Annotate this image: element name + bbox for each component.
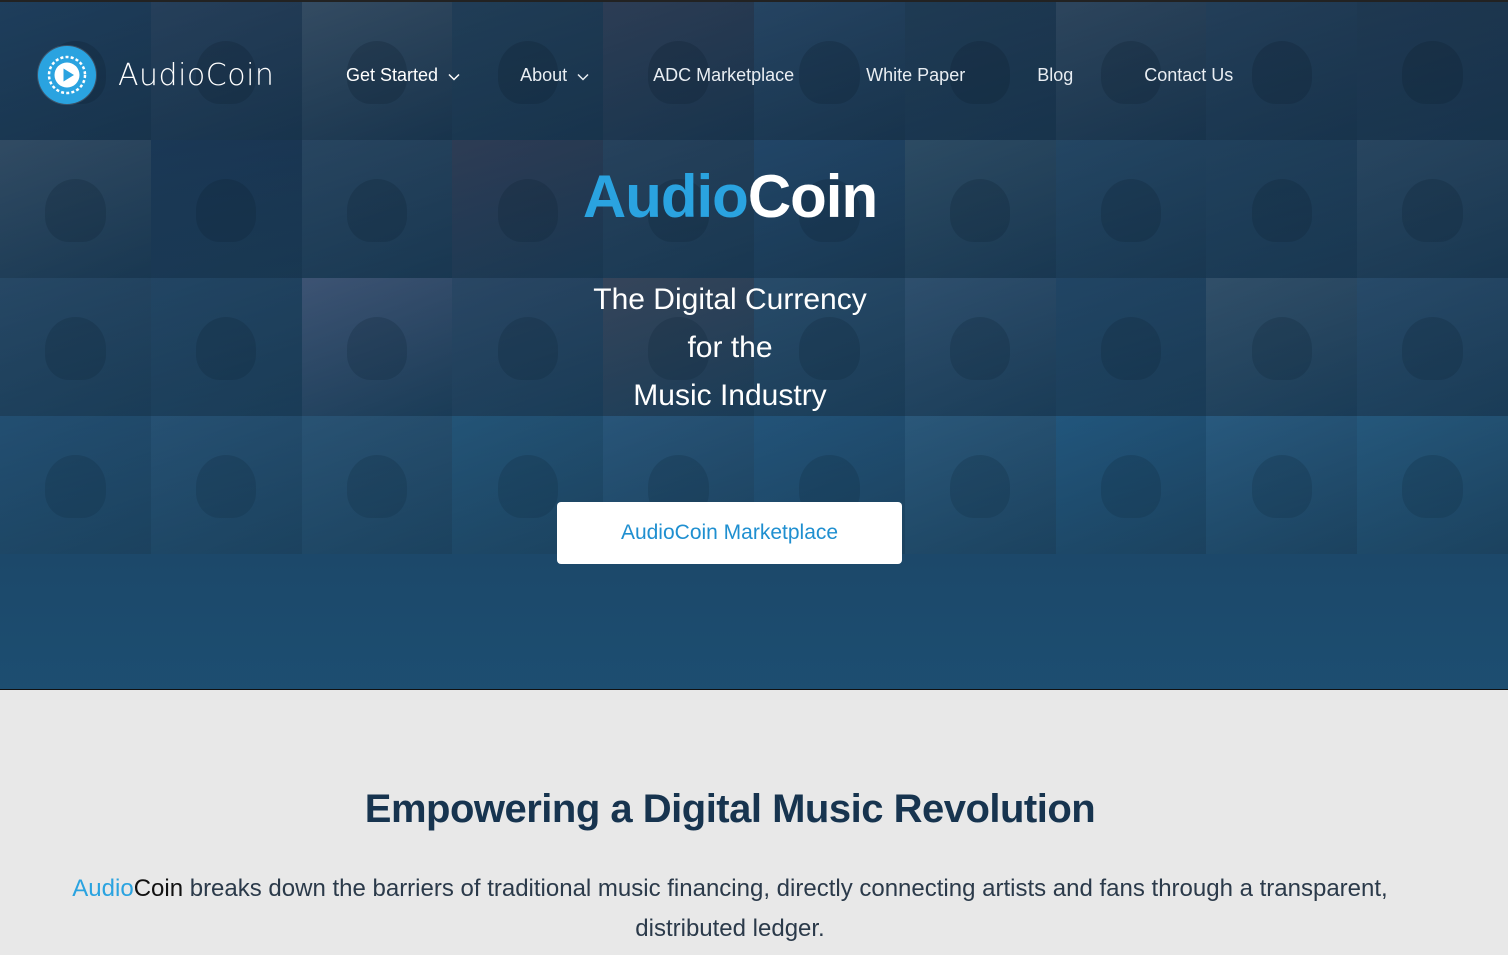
- hero-title-coin: Coin: [747, 163, 878, 230]
- nav-adc-marketplace-label: ADC Marketplace: [653, 65, 795, 85]
- nav-adc-marketplace[interactable]: ADC Marketplace: [653, 65, 794, 86]
- nav-about-label: About: [520, 65, 568, 85]
- nav-white-paper-label: White Paper: [866, 65, 966, 85]
- tagline-line-1: The Digital Currency: [593, 283, 867, 316]
- nav-get-started[interactable]: Get Started: [346, 65, 460, 86]
- tagline-line-2: for the: [687, 331, 773, 364]
- play-icon: [38, 46, 96, 104]
- nav-blog-label: Blog: [1037, 65, 1074, 85]
- nav-white-paper[interactable]: White Paper: [866, 65, 965, 86]
- marketplace-cta-button[interactable]: AudioCoin Marketplace: [557, 502, 902, 564]
- intro-body-text: breaks down the barriers of traditional …: [183, 875, 1388, 942]
- chevron-down-icon: [448, 65, 460, 86]
- brand-logo[interactable]: AudioCoin: [38, 46, 274, 104]
- top-navigation: AudioCoin Get Started About ADC Marketpl…: [0, 2, 1508, 152]
- nav-contact-us-label: Contact Us: [1144, 65, 1234, 85]
- brand-name: AudioCoin: [118, 57, 275, 93]
- intro-section: Empowering a Digital Music Revolution Au…: [0, 691, 1508, 955]
- intro-heading: Empowering a Digital Music Revolution: [364, 787, 1096, 831]
- hero-content: AudioCoin The Digital Currency for the M…: [0, 162, 1460, 420]
- intro-brand-coin: Coin: [133, 875, 184, 902]
- hero-section: AudioCoin Get Started About ADC Marketpl…: [0, 0, 1508, 690]
- nav-blog[interactable]: Blog: [1037, 65, 1073, 86]
- nav-about[interactable]: About: [520, 65, 589, 86]
- hero-title: AudioCoin: [0, 162, 1460, 232]
- hero-title-audio: Audio: [582, 163, 749, 230]
- hero-tagline: The Digital Currency for the Music Indus…: [0, 276, 1460, 420]
- intro-body: AudioCoin breaks down the barriers of tr…: [40, 869, 1420, 949]
- nav-contact-us[interactable]: Contact Us: [1144, 65, 1233, 86]
- chevron-down-icon: [577, 65, 589, 86]
- main-menu: Get Started About ADC Marketplace White …: [346, 65, 1233, 86]
- intro-brand-audio: Audio: [72, 875, 134, 902]
- nav-get-started-label: Get Started: [346, 65, 439, 85]
- tagline-line-3: Music Industry: [633, 379, 827, 412]
